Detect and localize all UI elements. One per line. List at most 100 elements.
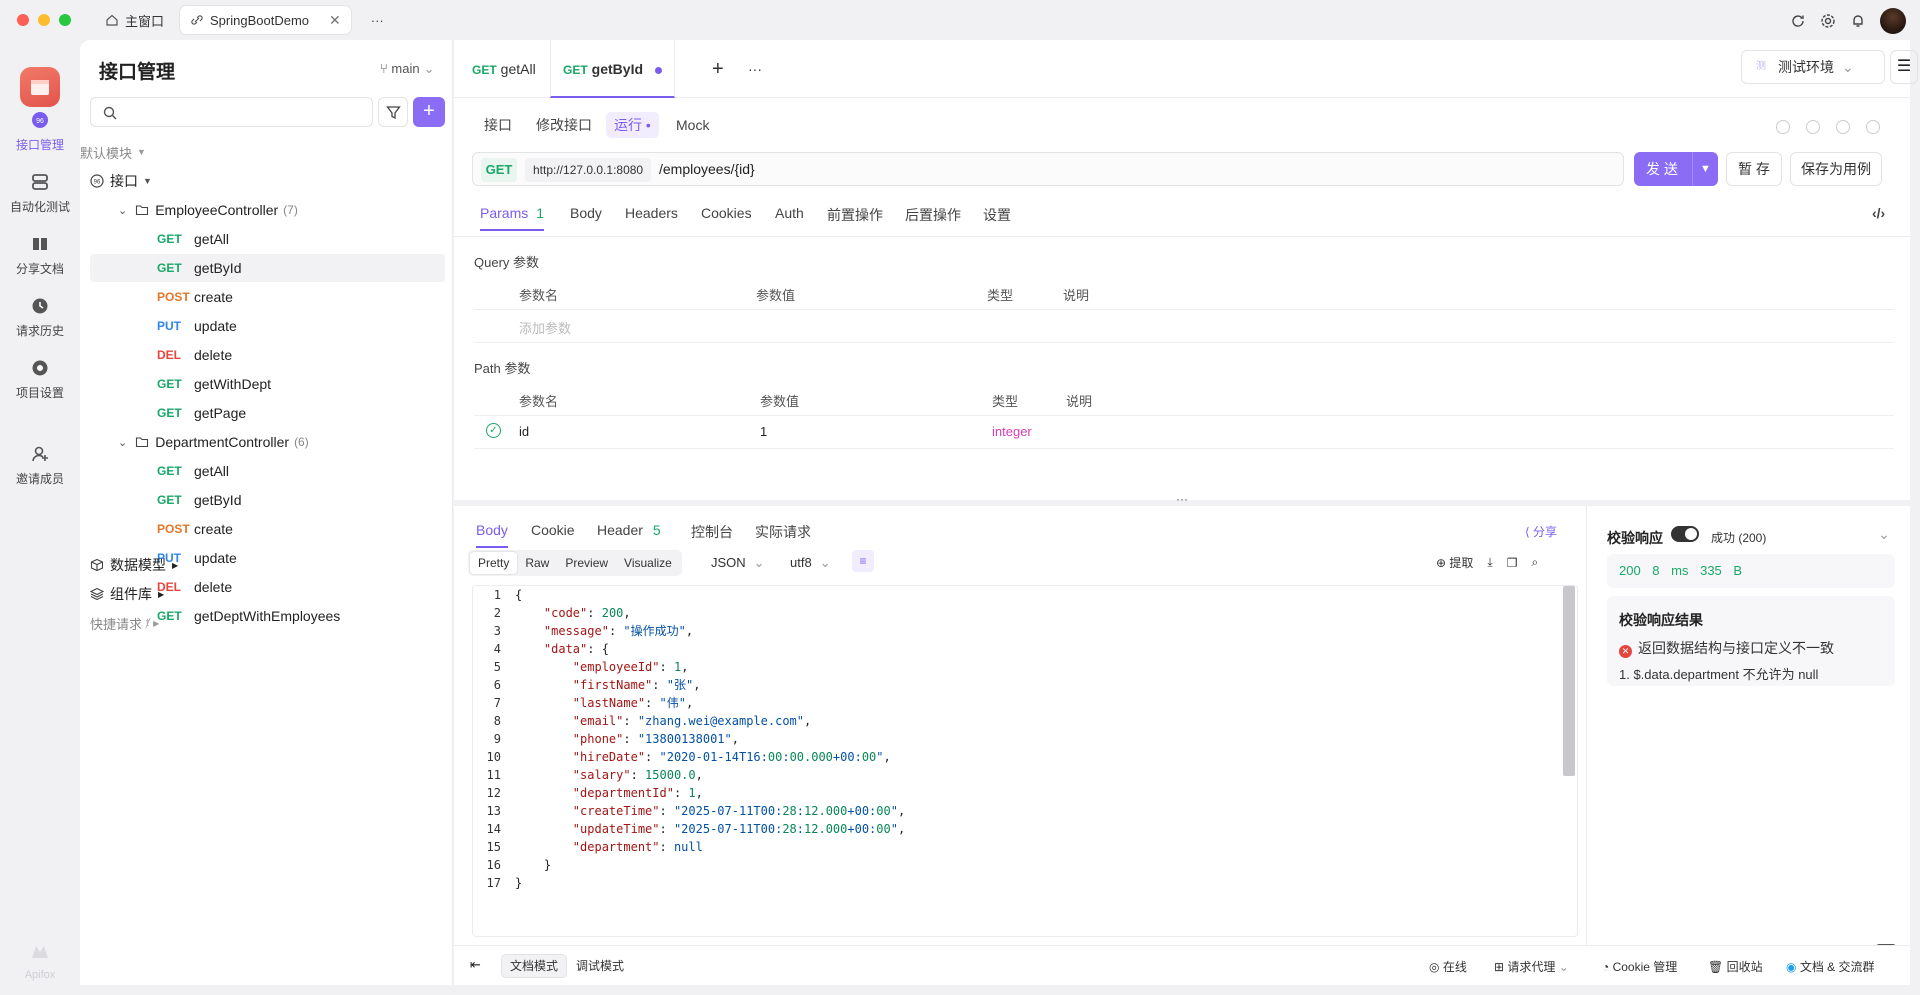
quick-request-folder[interactable]: 快捷请求 ⱦ ▶: [90, 609, 445, 637]
components-folder[interactable]: 组件库 ▶: [90, 580, 445, 608]
encoding-select[interactable]: utf8 ⌄: [790, 555, 831, 571]
add-param-placeholder[interactable]: 添加参数: [519, 318, 571, 337]
scrollbar[interactable]: [1563, 586, 1575, 776]
tab-pre-actions[interactable]: 前置操作: [827, 205, 883, 225]
collapse-sidebar-icon[interactable]: ⇤: [470, 957, 481, 973]
project-logo[interactable]: [20, 67, 60, 107]
minimize-window-button[interactable]: [38, 14, 50, 26]
tab-headers[interactable]: Headers: [625, 205, 678, 221]
docs-community[interactable]: ◉ 文档 & 交流群: [1786, 958, 1875, 975]
chevron-down-icon[interactable]: ▼: [1692, 152, 1718, 186]
tab-params[interactable]: Params 1: [480, 205, 545, 231]
controller-folder[interactable]: ⌄ DepartmentController (6): [90, 428, 445, 456]
environment-select[interactable]: 测 测试环境 ⌄: [1741, 50, 1885, 84]
endpoint-item[interactable]: POST create: [90, 515, 445, 543]
tab-getall[interactable]: GET getAll: [472, 40, 536, 98]
download-icon[interactable]: ⤓: [1487, 555, 1492, 570]
tab-post-actions[interactable]: 后置操作: [905, 205, 961, 225]
subtab-edit[interactable]: 修改接口: [536, 112, 592, 138]
add-button[interactable]: +: [413, 97, 445, 127]
subtab-api[interactable]: 接口: [484, 112, 512, 138]
save-as-case-button[interactable]: 保存为用例: [1790, 152, 1882, 186]
tab-getbyid[interactable]: GET getById: [550, 40, 676, 98]
endpoint-item[interactable]: GET getById: [90, 486, 445, 514]
rail-item-history[interactable]: 请求历史: [0, 296, 80, 339]
endpoint-item[interactable]: GET getPage: [90, 399, 445, 427]
tab-response-header[interactable]: Header 5: [597, 522, 661, 538]
tab-body[interactable]: Body: [570, 205, 602, 221]
copy-icon[interactable]: ❐: [1507, 556, 1518, 570]
tab-auth[interactable]: Auth: [775, 205, 804, 221]
send-button[interactable]: 发 送 ▼: [1634, 152, 1718, 186]
close-tab-icon[interactable]: ✕: [329, 12, 341, 29]
response-body-editor[interactable]: 1 2 3 4 5 6 7 8 9 10 11 12 13 14 15 16 17 { "code": 200,…: [472, 585, 1578, 937]
api-root-folder[interactable]: 96 接口 ▼: [90, 167, 445, 195]
tab-response-body[interactable]: Body: [476, 522, 508, 548]
rail-item-automation[interactable]: 自动化测试: [0, 172, 80, 215]
endpoint-item[interactable]: GET getById: [90, 254, 445, 282]
default-module[interactable]: 默认模块 ▼: [80, 138, 435, 166]
share-icon[interactable]: [1836, 120, 1850, 134]
search-icon[interactable]: ⌕: [1531, 555, 1538, 570]
code-icon[interactable]: ‹/›: [1872, 205, 1885, 221]
debug-mode-button[interactable]: 调试模式: [568, 955, 632, 977]
endpoint-item[interactable]: GET getAll: [90, 457, 445, 485]
recycle-bin[interactable]: 🗑 回收站: [1708, 958, 1763, 975]
format-visualize[interactable]: Visualize: [616, 552, 680, 574]
rail-item-share-docs[interactable]: 分享文档: [0, 234, 80, 277]
rail-item-settings[interactable]: 项目设置: [0, 358, 80, 401]
controller-folder[interactable]: ⌄ EmployeeController (7): [90, 196, 445, 224]
rail-item-api[interactable]: 96 接口管理: [0, 110, 80, 153]
endpoint-item[interactable]: GET getAll: [90, 225, 445, 253]
online-status[interactable]: ◎ 在线: [1429, 958, 1467, 975]
extract-button[interactable]: ⊕ 提取: [1436, 554, 1473, 571]
new-tab-button[interactable]: +: [712, 40, 724, 98]
avatar[interactable]: [1880, 8, 1906, 34]
cookie-manager[interactable]: ◔ Cookie 管理: [1602, 958, 1677, 975]
tab-cookies[interactable]: Cookies: [701, 205, 752, 221]
request-proxy[interactable]: ⊞ 请求代理 ⌄: [1494, 958, 1569, 975]
format-preview[interactable]: Preview: [557, 552, 616, 574]
language-select[interactable]: JSON ⌄: [711, 555, 765, 571]
endpoint-item[interactable]: GET getWithDept: [90, 370, 445, 398]
filter-button[interactable]: [378, 97, 408, 127]
param-name[interactable]: id: [519, 424, 529, 439]
format-pretty[interactable]: Pretty: [470, 552, 518, 574]
refresh-icon[interactable]: [1790, 13, 1806, 29]
wrap-lines-button[interactable]: ≡: [852, 550, 874, 572]
menu-button[interactable]: ☰: [1890, 50, 1918, 84]
method-select[interactable]: GET: [481, 158, 517, 182]
validation-status-select[interactable]: 成功 (200): [1711, 529, 1766, 546]
bell-icon[interactable]: [1850, 13, 1866, 29]
maximize-window-button[interactable]: [59, 14, 71, 26]
param-type[interactable]: integer: [992, 424, 1032, 439]
branch-selector[interactable]: ⑂ main ⌄: [380, 61, 435, 77]
base-url[interactable]: http://127.0.0.1:8080: [525, 158, 652, 182]
tab-console[interactable]: 控制台: [691, 522, 733, 542]
more-tabs-button[interactable]: ···: [371, 13, 384, 28]
endpoint-item[interactable]: POST create: [90, 283, 445, 311]
rail-item-invite[interactable]: 邀请成员: [0, 444, 80, 487]
tab-settings[interactable]: 设置: [983, 205, 1011, 225]
subtab-mock[interactable]: Mock: [676, 112, 709, 138]
settings-icon[interactable]: [1866, 120, 1880, 134]
endpoint-item[interactable]: PUT update: [90, 312, 445, 340]
add-param-row[interactable]: 添加参数: [474, 310, 1894, 343]
url-path-input[interactable]: /employees/{id}: [659, 153, 755, 185]
search-input[interactable]: [90, 97, 373, 127]
doc-mode-button[interactable]: 文档模式: [502, 955, 567, 977]
window-tab-project[interactable]: SpringBootDemo ✕: [180, 6, 351, 34]
tab-response-cookie[interactable]: Cookie: [531, 522, 575, 538]
share-button[interactable]: ⟨ 分享: [1525, 523, 1557, 540]
gear-icon[interactable]: [1820, 13, 1836, 29]
endpoint-item[interactable]: DEL delete: [90, 341, 445, 369]
param-value[interactable]: 1: [760, 424, 767, 439]
tab-actual-request[interactable]: 实际请求: [755, 522, 811, 542]
format-raw[interactable]: Raw: [517, 552, 557, 574]
validation-toggle[interactable]: [1671, 526, 1699, 542]
chevron-down-icon[interactable]: ⌄: [1878, 526, 1890, 543]
subtab-run[interactable]: 运行 •: [606, 112, 659, 138]
window-tab-home[interactable]: 主窗口: [95, 6, 174, 34]
copy-icon[interactable]: [1806, 120, 1820, 134]
history-icon[interactable]: [1776, 120, 1790, 134]
